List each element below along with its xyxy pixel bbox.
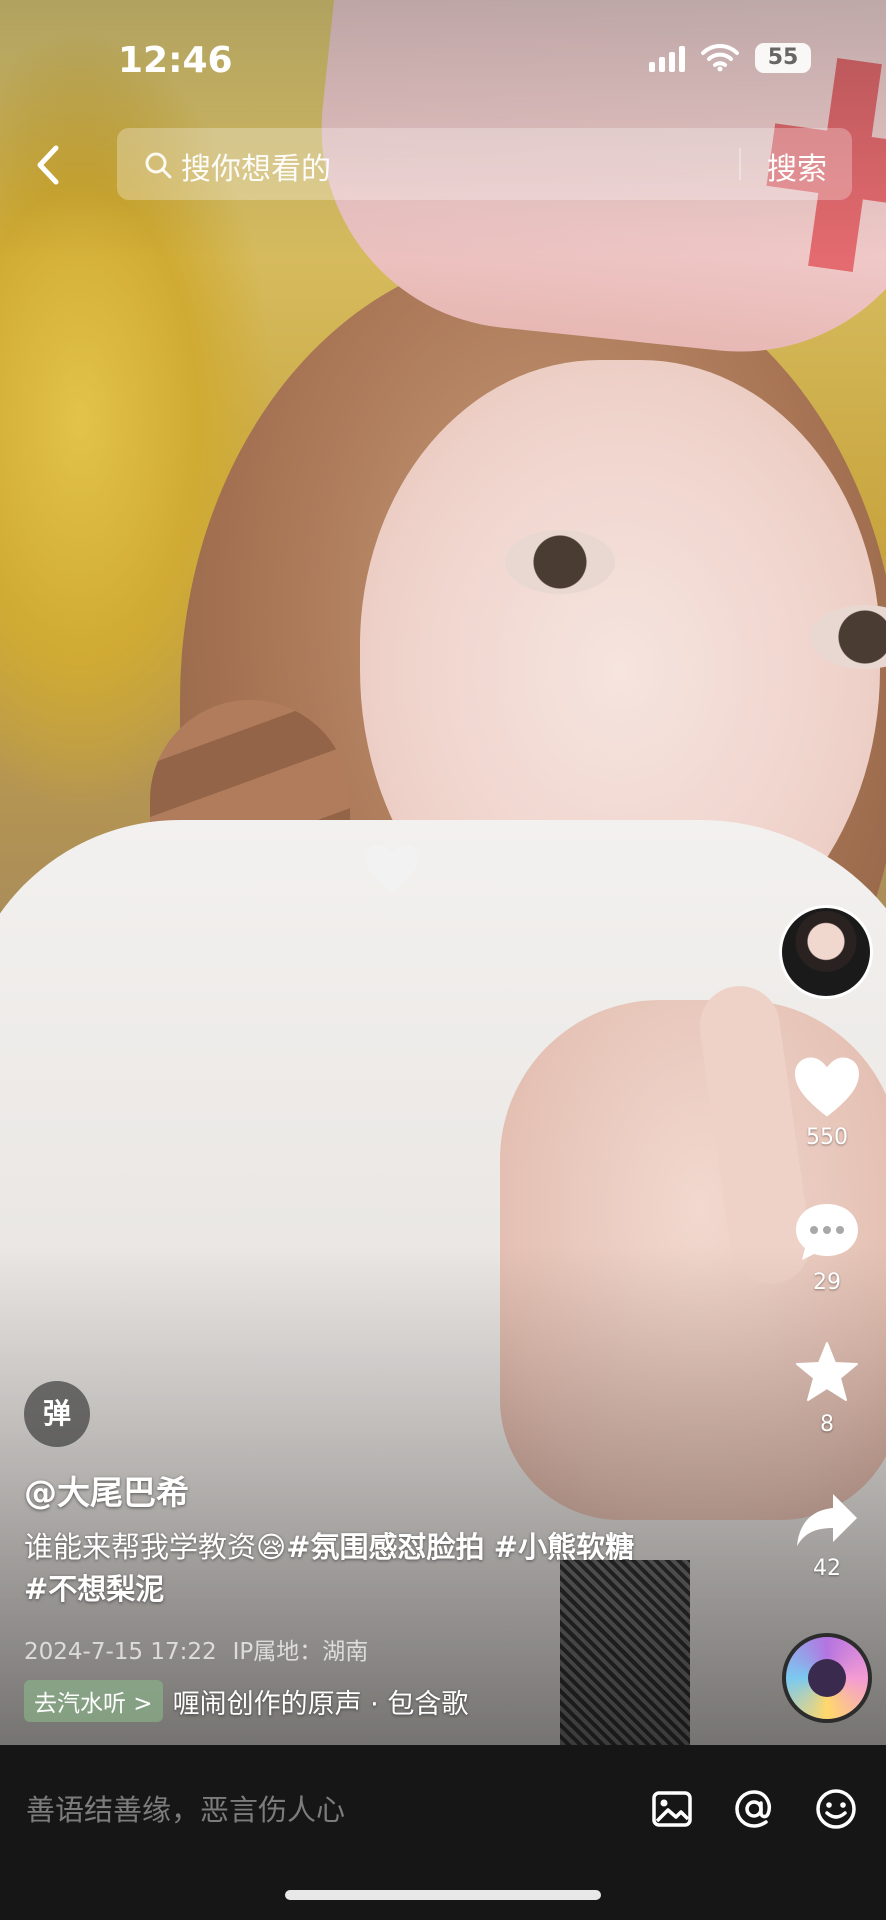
image-icon[interactable] [650,1787,694,1831]
music-row[interactable]: 去汽水听 > 喱闹创作的原声 · 包含歌 [24,1680,513,1722]
search-button[interactable]: 搜索 [767,144,827,188]
post-meta: 2024-7-15 17:22 IP属地：湖南 [24,1632,368,1666]
music-disc-center [808,1659,846,1697]
author-avatar[interactable] [779,905,873,999]
danmaku-toggle-button[interactable]: 弹 [24,1381,90,1447]
video-caption: 谁能来帮我学教资😪#氛围感怼脸拍 #小熊软糖 #不想梨泥 [24,1526,684,1610]
cellular-signal-icon [649,44,685,72]
caption-emoji: 😪 [256,1530,287,1564]
hashtag-link[interactable]: #氛围感怼脸拍 [286,1530,484,1564]
post-date: 2024-7-15 17:22 [24,1639,217,1665]
share-arrow-icon [797,1494,857,1546]
star-icon [796,1342,858,1401]
caption-text: 谁能来帮我学教资 [24,1530,257,1564]
share-button[interactable]: 42 [775,1490,879,1581]
search-input[interactable]: 搜你想看的 [181,144,331,188]
hashtag-link[interactable]: #小熊软糖 [494,1530,634,1564]
listen-on-qishui-button[interactable]: 去汽水听 > [24,1680,163,1722]
search-bar[interactable]: 搜你想看的 搜索 [117,128,852,200]
video-subject-eye [505,530,615,594]
battery-icon: 55 [755,43,811,73]
floating-heart-icon [366,845,418,893]
ip-location: IP属地：湖南 [232,1639,369,1665]
favorite-button[interactable]: 8 [775,1340,879,1437]
comment-input[interactable]: 善语结善缘，恶言伤人心 [26,1787,345,1829]
back-arrow-icon[interactable] [28,140,70,190]
comment-bubble-icon [796,1204,858,1260]
mention-at-icon[interactable] [732,1787,776,1831]
heart-icon [795,1057,859,1117]
music-title[interactable]: 喱闹创作的原声 · 包含歌 [173,1682,513,1721]
music-disc-icon[interactable] [782,1633,872,1723]
author-name[interactable]: @大尾巴希 [24,1466,189,1514]
share-count: 42 [813,1556,841,1581]
comment-count: 29 [813,1270,841,1295]
search-divider [739,148,741,180]
emoji-face-icon[interactable] [814,1787,858,1831]
search-icon [145,152,172,179]
home-indicator[interactable] [285,1890,601,1900]
hashtag-link[interactable]: #不想梨泥 [24,1572,164,1606]
wifi-icon [701,44,739,72]
like-button[interactable]: 550 [775,1055,879,1150]
favorite-count: 8 [820,1412,834,1437]
status-indicators: 55 [649,43,811,73]
status-time: 12:46 [118,40,233,81]
like-count: 550 [806,1125,848,1150]
comment-button[interactable]: 29 [775,1200,879,1295]
